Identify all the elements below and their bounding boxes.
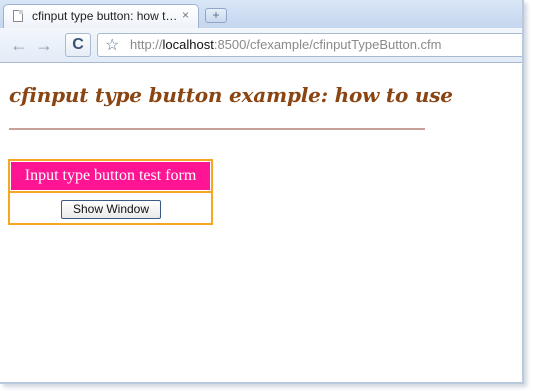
form-divider: [10, 191, 211, 193]
url-scheme: http://: [130, 37, 163, 52]
page-content: cfinput type button example: how to use …: [0, 63, 522, 382]
browser-window: cfinput type button: how t… × + ← → C ☆ …: [0, 0, 524, 384]
page-icon: [13, 10, 23, 22]
reload-button[interactable]: C: [65, 33, 91, 57]
url-text: http://localhost:8500/cfexample/cfinputT…: [130, 37, 441, 52]
url-host: localhost: [162, 37, 214, 52]
new-tab-button[interactable]: +: [205, 8, 227, 23]
close-icon[interactable]: ×: [182, 8, 189, 22]
show-window-button[interactable]: Show Window: [61, 200, 161, 219]
toolbar: ← → C ☆ http://localhost:8500/cfexample/…: [0, 28, 522, 63]
tab-strip: cfinput type button: how t… × +: [0, 0, 522, 28]
tab-active[interactable]: cfinput type button: how t… ×: [3, 4, 199, 28]
page-title: cfinput type button example: how to use: [9, 83, 453, 107]
back-icon[interactable]: ←: [8, 34, 30, 56]
url-path: :8500/cfexample/cfinputTypeButton.cfm: [213, 37, 442, 52]
tab-title: cfinput type button: how t…: [32, 9, 178, 23]
divider: [9, 128, 425, 130]
forward-icon[interactable]: →: [33, 34, 55, 56]
test-form: Input type button test form Show Window: [8, 159, 213, 225]
star-icon[interactable]: ☆: [105, 35, 119, 55]
form-header: Input type button test form: [11, 162, 210, 190]
address-bar[interactable]: ☆ http://localhost:8500/cfexample/cfinpu…: [97, 33, 522, 57]
